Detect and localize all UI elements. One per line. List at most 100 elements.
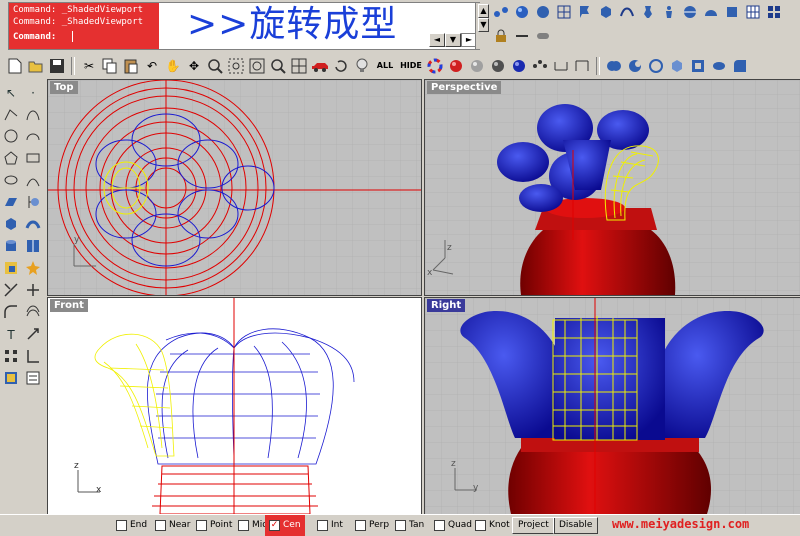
cap-icon[interactable] (710, 57, 728, 75)
ellipse-icon[interactable] (2, 172, 20, 190)
arrow-down-icon[interactable]: ▼ (445, 33, 461, 47)
rebuild-icon[interactable] (492, 3, 510, 21)
viewport-label-front[interactable]: Front (50, 299, 88, 312)
viewport-top[interactable]: y Top (47, 79, 422, 296)
explode-icon[interactable] (24, 260, 42, 278)
project-button[interactable]: Project (512, 517, 555, 534)
viewport-label-right[interactable]: Right (427, 299, 466, 312)
osnap-tan[interactable]: Tan (395, 518, 424, 533)
checkbox[interactable]: ✓ (269, 520, 280, 531)
zoom-extents-icon[interactable] (248, 57, 266, 75)
viewport-front[interactable]: z x Front (47, 297, 422, 515)
point-icon[interactable]: · (24, 84, 42, 102)
osnap-mid[interactable]: Mid (238, 518, 268, 533)
sphere-icon[interactable] (534, 3, 552, 21)
revolve-icon[interactable] (24, 194, 42, 212)
curve-tool-icon[interactable] (24, 106, 42, 124)
trim-icon[interactable] (2, 282, 20, 300)
osnap-end[interactable]: End (116, 518, 147, 533)
undo-icon[interactable]: ↶ (143, 57, 161, 75)
viewport-perspective[interactable]: z x Perspective (424, 79, 800, 296)
osnap-perp[interactable]: Perp (355, 518, 389, 533)
cube-icon[interactable] (597, 3, 615, 21)
split-icon[interactable] (24, 282, 42, 300)
solid-intersect-icon[interactable] (647, 57, 665, 75)
fillet-icon[interactable] (731, 57, 749, 75)
flag-icon[interactable] (576, 3, 594, 21)
solid-difference-icon[interactable] (626, 57, 644, 75)
scroll-up-icon[interactable]: ▲ (478, 4, 489, 18)
box-icon[interactable] (723, 3, 741, 21)
grid-icon[interactable] (290, 57, 308, 75)
checkbox[interactable] (475, 520, 486, 531)
render-sphere-blue-icon[interactable] (510, 57, 528, 75)
dome-icon[interactable] (702, 3, 720, 21)
extract-icon[interactable] (668, 57, 686, 75)
checkbox[interactable] (238, 520, 249, 531)
save-icon[interactable] (48, 57, 66, 75)
curve-icon[interactable] (618, 3, 636, 21)
color-wheel-icon[interactable] (426, 57, 444, 75)
transform-icon[interactable] (24, 326, 42, 344)
move-icon[interactable]: ✥ (185, 57, 203, 75)
rotate-surface-icon[interactable] (24, 216, 42, 234)
osnap-knot[interactable]: Knot (475, 518, 510, 533)
paste-icon[interactable] (122, 57, 140, 75)
zoom-icon[interactable] (206, 57, 224, 75)
mesh-tool-icon[interactable] (24, 238, 42, 256)
analysis-icon[interactable] (24, 348, 42, 366)
checkbox[interactable] (317, 520, 328, 531)
cylinder-icon[interactable] (2, 238, 20, 256)
offset-icon[interactable] (24, 304, 42, 322)
checkbox[interactable] (355, 520, 366, 531)
osnap-point[interactable]: Point (196, 518, 232, 533)
copy-icon[interactable] (101, 57, 119, 75)
open-icon[interactable] (27, 57, 45, 75)
analyze-icon[interactable] (552, 57, 570, 75)
lock-icon[interactable] (492, 27, 510, 45)
lightbulb-icon[interactable] (353, 57, 371, 75)
figure-icon[interactable] (660, 3, 678, 21)
pan-icon[interactable]: ✋ (164, 57, 182, 75)
surface-icon[interactable] (2, 194, 20, 212)
osnap-near[interactable]: Near (155, 518, 191, 533)
vase-icon[interactable] (639, 3, 657, 21)
checkbox[interactable] (116, 520, 127, 531)
points-on-icon[interactable] (531, 57, 549, 75)
car-icon[interactable] (311, 57, 329, 75)
polyline-icon[interactable] (2, 106, 20, 124)
cut-icon[interactable]: ✂ (80, 57, 98, 75)
rotate-icon[interactable] (332, 57, 350, 75)
osnap-quad[interactable]: Quad (434, 518, 472, 533)
fillet-tool-icon[interactable] (2, 304, 20, 322)
checkbox[interactable] (155, 520, 166, 531)
solid-union-icon[interactable] (605, 57, 623, 75)
box-solid-icon[interactable] (2, 216, 20, 234)
layer-icon[interactable] (2, 370, 20, 388)
freeform-icon[interactable] (24, 172, 42, 190)
shell-icon[interactable] (689, 57, 707, 75)
scroll-down-icon[interactable]: ▼ (478, 18, 489, 32)
arc-icon[interactable] (24, 128, 42, 146)
osnap-int[interactable]: Int (317, 518, 343, 533)
zoom-window-icon[interactable] (227, 57, 245, 75)
checkbox[interactable] (196, 520, 207, 531)
command-scrollbar[interactable]: ▲ ▼ (475, 3, 490, 49)
disable-button[interactable]: Disable (553, 517, 599, 534)
new-icon[interactable] (6, 57, 24, 75)
checkbox[interactable] (434, 520, 445, 531)
show-all-button[interactable]: ALL (374, 57, 396, 75)
toggle-icon[interactable] (534, 27, 552, 45)
dimension-icon[interactable] (573, 57, 591, 75)
render-sphere-gray-icon[interactable] (468, 57, 486, 75)
grid-surface-icon[interactable] (555, 3, 573, 21)
viewport-label-perspective[interactable]: Perspective (427, 81, 502, 94)
shade-icon[interactable] (513, 3, 531, 21)
zoom-selected-icon[interactable] (269, 57, 287, 75)
mesh-icon[interactable] (744, 3, 762, 21)
select-arrow-icon[interactable]: ↖ (2, 84, 20, 102)
sphere-split-icon[interactable] (681, 3, 699, 21)
boolean-icon[interactable] (2, 260, 20, 278)
viewport-label-top[interactable]: Top (50, 81, 78, 94)
distance-icon[interactable] (513, 27, 531, 45)
